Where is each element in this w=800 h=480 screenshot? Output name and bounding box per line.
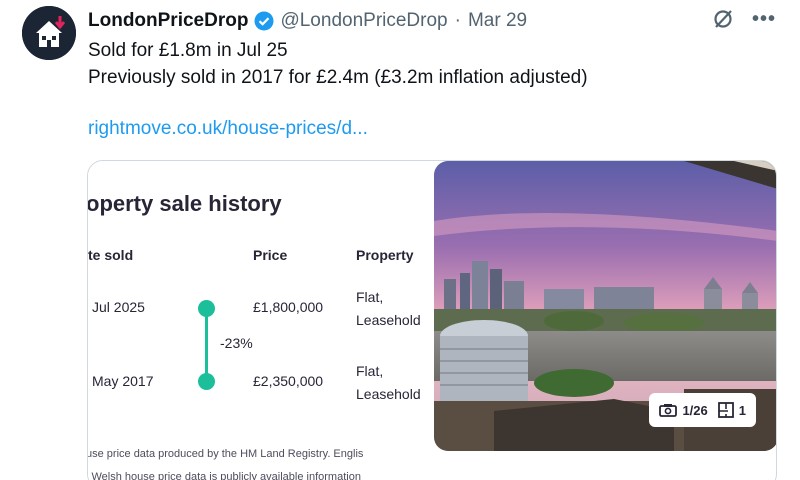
- media-count-badge[interactable]: 1/26 1: [649, 393, 756, 427]
- header-date-sold: te sold: [88, 247, 134, 263]
- floorplan-icon: [717, 402, 734, 418]
- post-link[interactable]: rightmove.co.uk/house-prices/d...: [88, 118, 368, 140]
- post-actions-top: •••: [712, 8, 776, 30]
- photo-count-text: 1/26: [682, 402, 708, 418]
- panel-title: operty sale history: [88, 191, 282, 216]
- house-icon: [22, 6, 76, 60]
- header-property: Property: [356, 247, 414, 263]
- camera-icon: [659, 404, 678, 417]
- row-date: Jul 2025: [92, 299, 145, 315]
- row-property: Flat, Leasehold: [356, 286, 421, 332]
- avatar[interactable]: [22, 6, 76, 60]
- sale-history-panel: operty sale history te sold Price Proper…: [88, 161, 438, 480]
- property-tenure: Leasehold: [356, 386, 421, 402]
- row-date: May 2017: [92, 373, 154, 389]
- row-price: £1,800,000: [253, 299, 324, 315]
- grok-icon[interactable]: [712, 8, 734, 30]
- row-property: Flat, Leasehold: [356, 360, 421, 406]
- price-change: -23%: [220, 335, 253, 351]
- post-text: Sold for £1.8m in Jul 25 Previously sold…: [88, 37, 588, 91]
- separator-dot: ·: [454, 10, 461, 31]
- timeline-node: [198, 300, 215, 317]
- timeline-node: [198, 373, 215, 390]
- row-price: £2,350,000: [253, 373, 324, 389]
- property-photo[interactable]: 1/26 1: [434, 161, 776, 451]
- property-type: Flat,: [356, 289, 384, 305]
- handle[interactable]: @LondonPriceDrop: [280, 10, 447, 32]
- photo-count: 1/26: [659, 402, 708, 418]
- link-card[interactable]: operty sale history te sold Price Proper…: [87, 160, 777, 480]
- timeline-line: [205, 309, 208, 381]
- more-options-icon[interactable]: •••: [752, 9, 776, 29]
- verified-badge-icon: [254, 11, 274, 31]
- header-price: Price: [253, 247, 288, 263]
- footnote-line2: l Welsh house price data is publicly ava…: [88, 471, 361, 480]
- property-type: Flat,: [356, 363, 384, 379]
- property-tenure: Leasehold: [356, 312, 421, 328]
- post-date[interactable]: Mar 29: [468, 10, 527, 32]
- floorplan-count: 1: [717, 402, 746, 418]
- footnote-line1: use price data produced by the HM Land R…: [88, 448, 364, 460]
- post-text-line1: Sold for £1.8m in Jul 25: [88, 40, 288, 61]
- footnote: use price data produced by the HM Land R…: [88, 443, 363, 480]
- floorplan-count-text: 1: [738, 402, 746, 418]
- post-text-line2: Previously sold in 2017 for £2.4m (£3.2m…: [88, 67, 588, 88]
- display-name[interactable]: LondonPriceDrop: [88, 10, 248, 32]
- post-header: LondonPriceDrop @LondonPriceDrop · Mar 2…: [88, 8, 527, 34]
